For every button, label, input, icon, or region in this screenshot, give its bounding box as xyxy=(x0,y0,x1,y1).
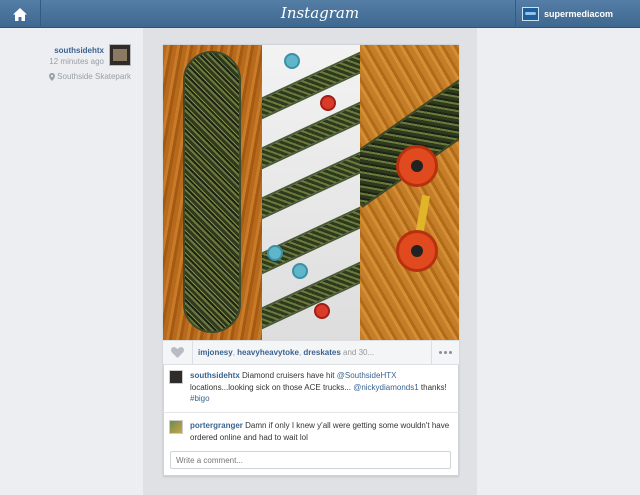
post-location[interactable]: Southside Skatepark xyxy=(49,72,131,81)
comment-text: southsidehtx Diamond cruisers have hit @… xyxy=(190,371,447,403)
liker-1[interactable]: imjonesy xyxy=(198,348,233,357)
photo-panel-middle xyxy=(261,45,361,340)
photo-panel-right xyxy=(360,45,459,340)
comment-avatar[interactable] xyxy=(169,420,183,434)
comment-divider xyxy=(163,412,459,413)
skateboard-deck xyxy=(183,51,241,333)
comment-username[interactable]: southsidehtx xyxy=(190,371,240,380)
liker-3[interactable]: dreskates xyxy=(303,348,340,357)
comment-text: portergranger Damn if only I knew y'all … xyxy=(190,421,450,442)
hashtag-link[interactable]: #bigo xyxy=(190,394,210,403)
comment-username[interactable]: portergranger xyxy=(190,421,243,430)
likes-more[interactable]: and 30... xyxy=(343,348,374,357)
liker-2[interactable]: heavyheavytoke xyxy=(237,348,299,357)
post-timestamp[interactable]: 12 minutes ago xyxy=(49,57,104,66)
comment-avatar[interactable] xyxy=(169,370,183,384)
profile-name: supermediacom xyxy=(544,9,614,19)
post-photo[interactable] xyxy=(163,45,459,340)
mention-link[interactable]: @nickydiamonds1 xyxy=(353,383,418,392)
photo-panel-left xyxy=(163,45,262,340)
top-bar: Instagram supermediacom xyxy=(0,0,640,28)
comment-item: portergranger Damn if only I knew y'all … xyxy=(169,420,454,443)
like-button[interactable] xyxy=(163,340,193,365)
more-options-button[interactable] xyxy=(431,340,459,365)
heart-icon xyxy=(171,347,184,358)
post-actions-bar: imjonesy, heavyheavytoke, dreskates and … xyxy=(163,340,459,365)
author-avatar[interactable] xyxy=(109,44,131,66)
likes-summary[interactable]: imjonesy, heavyheavytoke, dreskates and … xyxy=(193,348,431,357)
mention-link[interactable]: @SouthsideHTX xyxy=(337,371,397,380)
comment-item: southsidehtx Diamond cruisers have hit @… xyxy=(169,370,454,405)
profile-avatar xyxy=(522,7,539,21)
author-username[interactable]: southsidehtx xyxy=(54,46,104,55)
comment-input[interactable] xyxy=(170,451,451,469)
profile-button[interactable]: supermediacom xyxy=(515,0,640,28)
location-label: Southside Skatepark xyxy=(57,72,131,81)
location-pin-icon xyxy=(49,72,56,81)
